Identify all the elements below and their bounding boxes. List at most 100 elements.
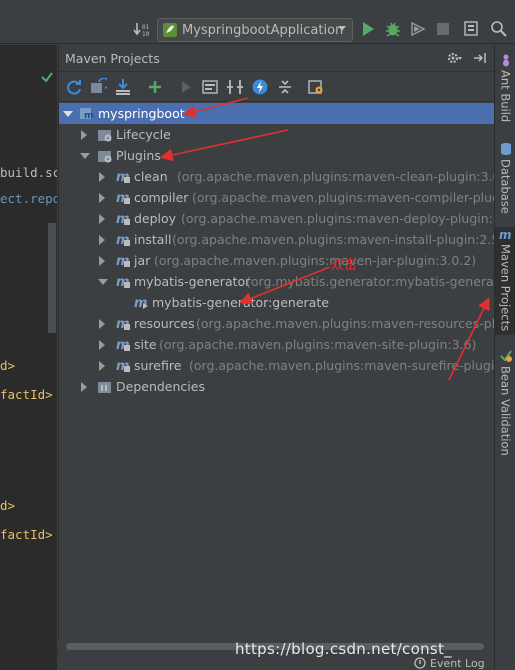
code-line: d> bbox=[0, 498, 16, 513]
toggle-offline-mode-icon[interactable] bbox=[226, 78, 244, 96]
stop-icon[interactable] bbox=[434, 20, 452, 38]
annotation-double-click-label: 双击 bbox=[331, 258, 358, 273]
tab-label: Database bbox=[498, 159, 513, 214]
tree-node-plugin-mybatis[interactable]: m mybatis-generator (org.mybatis.generat… bbox=[59, 271, 495, 292]
chevron-down-icon[interactable] bbox=[63, 111, 73, 117]
dependencies-folder-icon bbox=[98, 382, 111, 393]
code-line: factId> bbox=[0, 527, 53, 542]
chevron-down-icon[interactable] bbox=[98, 279, 108, 285]
code-line: ect.repo bbox=[0, 191, 57, 206]
search-icon[interactable] bbox=[490, 20, 508, 38]
gear-icon[interactable] bbox=[446, 51, 462, 65]
tree-node-root-project[interactable]: m myspringboot bbox=[59, 103, 495, 124]
reimport-icon[interactable] bbox=[65, 78, 83, 96]
tree-node-label: Lifecycle bbox=[116, 127, 171, 142]
maven-projects-panel: Maven Projects m myspringboot Lifecycle … bbox=[58, 45, 495, 655]
chevron-right-icon[interactable] bbox=[99, 319, 105, 329]
chevron-right-icon[interactable] bbox=[81, 130, 87, 140]
run-with-coverage-icon[interactable] bbox=[409, 20, 427, 38]
chevron-right-icon[interactable] bbox=[99, 361, 105, 371]
maven-plugin-icon: m bbox=[116, 191, 130, 205]
maven-plugin-icon: m bbox=[116, 233, 130, 247]
spring-boot-icon bbox=[163, 23, 177, 37]
tab-label: Bean Validation bbox=[498, 366, 513, 456]
maven-plugin-icon: m bbox=[116, 254, 130, 268]
database-icon bbox=[500, 143, 511, 155]
tree-node-plugin[interactable]: m compiler (org.apache.maven.plugins:mav… bbox=[59, 187, 495, 208]
svg-text:m: m bbox=[84, 111, 93, 121]
tree-node-label: Plugins bbox=[116, 148, 161, 163]
chevron-right-icon[interactable] bbox=[99, 193, 105, 203]
tree-node-plugins[interactable]: Plugins bbox=[59, 145, 495, 166]
tab-bean-validation[interactable]: Bean Validation bbox=[495, 349, 515, 456]
tree-node-plugin[interactable]: m clean (org.apache.maven.plugins:maven-… bbox=[59, 166, 495, 187]
plugin-name: compiler bbox=[134, 190, 189, 205]
tab-ant-build[interactable]: Ant Build bbox=[495, 53, 515, 122]
chevron-right-icon[interactable] bbox=[99, 172, 105, 182]
run-maven-build-icon[interactable] bbox=[177, 78, 195, 96]
goal-name: mybatis-generator:generate bbox=[152, 295, 329, 310]
plugin-coordinates: (org.apache.maven.plugins:maven-clean-pl… bbox=[177, 169, 495, 184]
download-sources-icon[interactable] bbox=[114, 78, 132, 96]
plugin-coordinates: (org.apache.maven.plugins:maven-resource… bbox=[196, 316, 495, 331]
tab-maven-projects[interactable]: m Maven Projects bbox=[495, 227, 515, 335]
plugin-name: clean bbox=[134, 169, 168, 184]
svg-text:01: 01 bbox=[142, 24, 150, 31]
event-log-button[interactable]: Event Log bbox=[430, 657, 485, 670]
code-line: build.sc bbox=[0, 165, 57, 180]
tree-node-plugin[interactable]: m install (org.apache.maven.plugins:mave… bbox=[59, 229, 495, 250]
add-maven-project-icon[interactable] bbox=[146, 78, 164, 96]
main-toolbar: 01 10 MyspringbootApplication bbox=[0, 0, 515, 44]
plugin-coordinates: (org.mybatis.generator:mybatis-generator… bbox=[246, 274, 495, 289]
run-icon[interactable] bbox=[359, 20, 377, 38]
execute-maven-goal-icon[interactable] bbox=[201, 78, 219, 96]
editor-scrollbar[interactable] bbox=[48, 223, 56, 333]
ant-icon bbox=[502, 54, 509, 67]
maven-settings-icon[interactable] bbox=[307, 78, 325, 96]
tree-node-plugin[interactable]: m resources (org.apache.maven.plugins:ma… bbox=[59, 313, 495, 334]
generate-sources-icon[interactable] bbox=[89, 78, 107, 96]
tree-node-plugin[interactable]: m site (org.apache.maven.plugins:maven-s… bbox=[59, 334, 495, 355]
tree-node-plugin[interactable]: m surefire (org.apache.maven.plugins:mav… bbox=[59, 355, 495, 376]
tree-node-dependencies[interactable]: Dependencies bbox=[59, 376, 495, 397]
code-line: factId> bbox=[0, 387, 53, 402]
code-editor[interactable]: build.sc ect.repo d> factId> d> factId> bbox=[0, 45, 57, 670]
project-structure-icon[interactable] bbox=[463, 20, 481, 38]
plugin-name: install bbox=[134, 232, 172, 247]
maven-plugin-icon: m bbox=[116, 317, 130, 331]
chevron-right-icon[interactable] bbox=[99, 235, 105, 245]
maven-project-icon: m bbox=[80, 108, 93, 121]
tab-database[interactable]: Database bbox=[495, 142, 515, 214]
chevron-right-icon[interactable] bbox=[81, 382, 87, 392]
tree-node-plugin[interactable]: m deploy (org.apache.maven.plugins:maven… bbox=[59, 208, 495, 229]
tree-node-lifecycle[interactable]: Lifecycle bbox=[59, 124, 495, 145]
panel-header: Maven Projects bbox=[59, 45, 494, 72]
code-line: d> bbox=[0, 358, 16, 373]
chevron-down-icon bbox=[338, 26, 346, 31]
maven-icon: m bbox=[499, 228, 512, 241]
gear-folder-icon bbox=[98, 130, 112, 142]
hide-panel-icon[interactable] bbox=[473, 51, 487, 65]
plugin-name: mybatis-generator bbox=[134, 274, 251, 289]
collapse-all-icon[interactable] bbox=[276, 78, 294, 96]
chevron-down-icon[interactable] bbox=[80, 153, 90, 159]
plugin-name: deploy bbox=[134, 211, 177, 226]
debug-icon[interactable] bbox=[384, 20, 402, 38]
maven-plugin-icon: m bbox=[116, 170, 130, 184]
event-log-icon[interactable] bbox=[414, 657, 426, 669]
plugin-coordinates: (org.apache.maven.plugins:maven-install-… bbox=[172, 232, 495, 247]
maven-plugin-icon: m bbox=[116, 338, 130, 352]
svg-text:10: 10 bbox=[142, 31, 150, 38]
run-configuration-dropdown[interactable]: MyspringbootApplication bbox=[157, 18, 353, 42]
maven-plugin-icon: m bbox=[116, 212, 130, 226]
toggle-skip-tests-icon[interactable] bbox=[251, 78, 269, 96]
chevron-right-icon[interactable] bbox=[99, 256, 105, 266]
tab-label: Ant Build bbox=[498, 70, 513, 123]
watermark-text: https://blog.csdn.net/const_ bbox=[235, 640, 452, 658]
tree-node-goal-generate[interactable]: m mybatis-generator:generate bbox=[59, 292, 495, 313]
chevron-right-icon[interactable] bbox=[99, 214, 105, 224]
build-project-icon[interactable]: 01 10 bbox=[133, 20, 151, 38]
svg-text:m: m bbox=[499, 228, 512, 241]
chevron-right-icon[interactable] bbox=[99, 340, 105, 350]
tree-node-plugin[interactable]: m jar (org.apache.maven.plugins:maven-ja… bbox=[59, 250, 495, 271]
